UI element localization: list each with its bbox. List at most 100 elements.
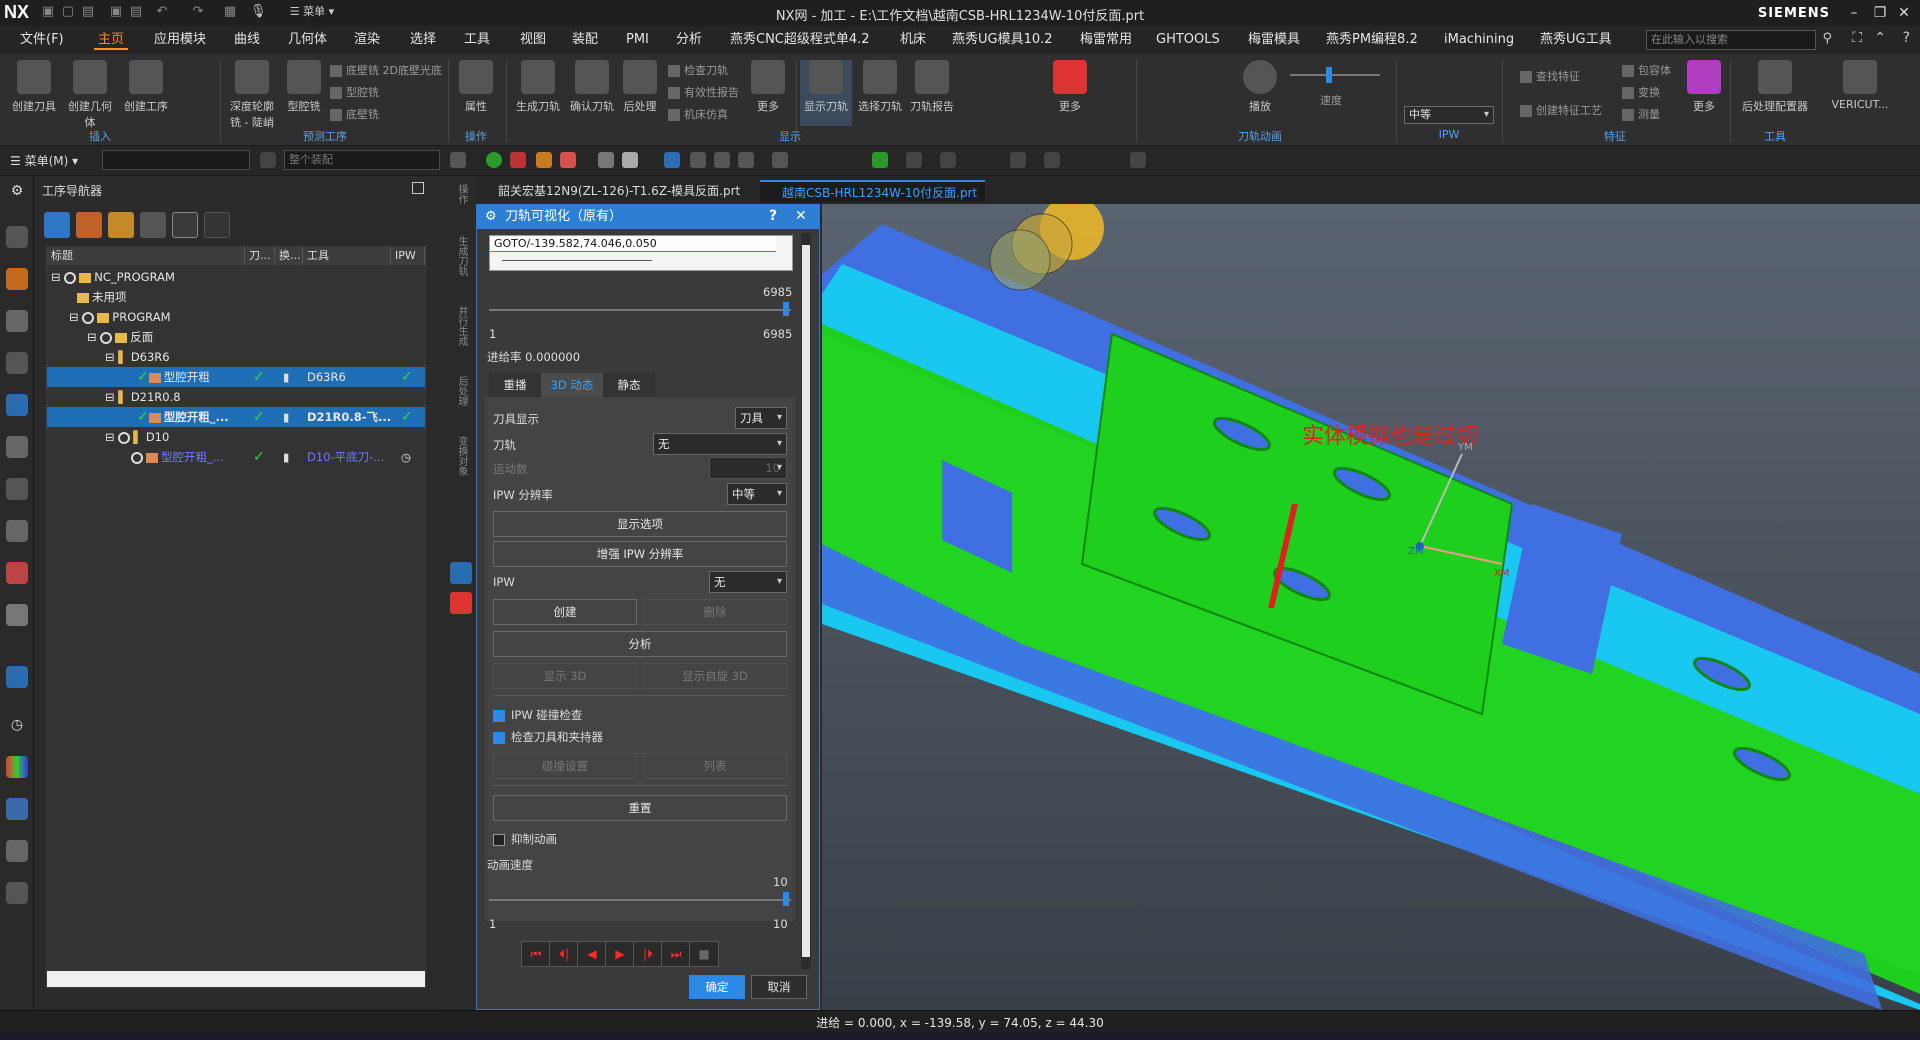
view2-icon[interactable]: [940, 152, 956, 168]
orient-icon[interactable]: [1010, 152, 1026, 168]
tab-static[interactable]: 静态: [603, 373, 655, 397]
menu-geometry[interactable]: 几何体: [284, 30, 331, 50]
tree-row[interactable]: ⊟ ▌ D10: [47, 427, 425, 447]
assembly-navigator-icon[interactable]: [6, 310, 28, 332]
eye-icon[interactable]: [690, 152, 706, 168]
graphics-viewport[interactable]: 实体模拟也是过切 YM ZM XM: [822, 204, 1920, 1010]
render-icon[interactable]: [872, 152, 888, 168]
snap-icon[interactable]: [510, 152, 526, 168]
more-feature-button[interactable]: 更多: [1682, 60, 1726, 126]
search-icon[interactable]: ⚲: [1822, 31, 1832, 46]
tree-row[interactable]: ⊟ 反面: [47, 327, 425, 347]
web-browser-icon[interactable]: [6, 604, 28, 626]
tab-replay[interactable]: 重播: [489, 373, 541, 397]
solid-icon[interactable]: [622, 152, 638, 168]
speed-slider-knob[interactable]: [1326, 67, 1332, 83]
column-header-tool[interactable]: 工具: [303, 247, 391, 265]
goto-line[interactable]: GOTO/-139.582,74.046,0.050: [490, 236, 776, 252]
measure-item[interactable]: 测量: [1622, 106, 1660, 122]
menu-pmi[interactable]: PMI: [622, 30, 653, 50]
menu-analysis[interactable]: 分析: [672, 30, 706, 50]
enhance-ipw-button[interactable]: 增强 IPW 分辨率: [493, 541, 787, 567]
side-parallel[interactable]: 并行生成: [452, 306, 470, 346]
ipw-resolution-select[interactable]: 中等: [727, 483, 787, 505]
collapse-ribbon-icon[interactable]: ⌃: [1874, 30, 1886, 46]
show-toolpath-button[interactable]: 显示刀轨: [800, 60, 852, 126]
minimize-icon[interactable]: –: [1844, 3, 1864, 23]
find-feature-item[interactable]: 查找特征: [1520, 68, 1580, 84]
sync-icon[interactable]: [450, 562, 472, 584]
horizontal-scrollbar[interactable]: [47, 971, 425, 987]
tool-display-select[interactable]: 刀具: [735, 407, 787, 429]
toolpath-select[interactable]: 无: [653, 433, 787, 455]
check-toolpath-item[interactable]: 检查刀轨: [668, 62, 728, 78]
create-geometry-button[interactable]: 创建几何体: [64, 60, 116, 129]
tab-3d-dynamic[interactable]: 3D 动态: [541, 373, 603, 397]
floor-wall-2d-item[interactable]: 底壁铣 2D底壁光底: [330, 62, 442, 78]
side-operation[interactable]: 操作: [452, 184, 470, 204]
column-header-toolpath[interactable]: 刀...: [245, 247, 275, 265]
rewind-start-button[interactable]: ⏮: [521, 941, 551, 967]
palette-icon[interactable]: [6, 756, 28, 778]
cavity-mill-button[interactable]: 型腔铣: [278, 60, 330, 126]
hide-icon[interactable]: [714, 152, 730, 168]
point-icon[interactable]: [560, 152, 576, 168]
process-studio-icon[interactable]: [6, 882, 28, 904]
postprocessor-config-button[interactable]: 后处理配置器: [1742, 60, 1808, 126]
side-generate[interactable]: 生成刀轨: [452, 236, 470, 276]
view-icon[interactable]: [906, 152, 922, 168]
mcs-icon[interactable]: [664, 152, 680, 168]
search-input[interactable]: 在此输入以搜索: [1646, 30, 1816, 50]
program-order-view-icon[interactable]: [44, 212, 70, 238]
generate-toolpath-button[interactable]: 生成刀轨: [512, 60, 564, 126]
ipw-collision-checkbox[interactable]: IPW 碰撞检查: [493, 707, 582, 723]
ipw-select[interactable]: 无: [709, 571, 787, 593]
tool-library-icon[interactable]: [6, 436, 28, 458]
menu-select[interactable]: 选择: [406, 30, 440, 50]
side-transform[interactable]: 变换对象: [452, 436, 470, 476]
help-icon[interactable]: ?: [1903, 30, 1910, 46]
menu-imachining[interactable]: iMachining: [1440, 30, 1518, 50]
tree-row-selected[interactable]: ✓ 型腔开粗_... ✓ ▮ D21R0.8-飞... ✓: [47, 407, 425, 427]
step-back-button[interactable]: ⏴|: [549, 941, 579, 967]
menu-ghtools[interactable]: GHTOOLS: [1152, 30, 1224, 50]
verify-toolpath-button[interactable]: 确认刀轨: [566, 60, 618, 126]
bounding-body-item[interactable]: 包容体: [1622, 62, 1671, 78]
menu-yanxiu-cnc[interactable]: 燕秀CNC超级程式单4.2: [726, 30, 874, 50]
tab-shaoguan-part[interactable]: 韶关宏基12N9(ZL-126)-T1.6Z-模具反面.prt: [476, 180, 748, 202]
menu-render[interactable]: 渲染: [350, 30, 384, 50]
tree-row[interactable]: ⊟ PROGRAM: [47, 307, 425, 327]
menu-machine[interactable]: 机床: [896, 30, 930, 50]
cube-icon[interactable]: [598, 152, 614, 168]
play-forward-button[interactable]: ▶: [605, 941, 635, 967]
select-icon[interactable]: [450, 152, 466, 168]
maximize-icon[interactable]: [412, 182, 424, 194]
splitter[interactable]: [433, 176, 445, 1010]
section-icon[interactable]: [1044, 152, 1060, 168]
analyze-button[interactable]: 分析: [493, 631, 787, 657]
menu-button[interactable]: ☰ 菜单(M) ▾: [10, 152, 78, 169]
feature-navigator-icon[interactable]: [6, 478, 28, 500]
system-scene-icon[interactable]: [6, 840, 28, 862]
motion-count-input[interactable]: 10: [709, 457, 787, 479]
collision-settings-button[interactable]: 碰撞设置: [493, 753, 637, 779]
create-tool-button[interactable]: 创建刀具: [8, 60, 60, 126]
create-ipw-button[interactable]: 创建: [493, 599, 637, 625]
menu-home[interactable]: 主页: [94, 30, 129, 50]
column-header-tool-change[interactable]: 换...: [275, 247, 303, 265]
delete-toolpath-icon[interactable]: [450, 592, 472, 614]
clock-icon[interactable]: ◷: [6, 714, 28, 736]
role-icon[interactable]: [6, 798, 28, 820]
add-column-icon[interactable]: [172, 212, 198, 238]
more-display-button[interactable]: 更多: [1048, 60, 1092, 126]
play-button[interactable]: 播放: [1238, 60, 1282, 126]
constraint-navigator-icon[interactable]: [6, 352, 28, 374]
step-forward-button[interactable]: |⏵: [633, 941, 663, 967]
assembly-scope-combo[interactable]: 整个装配: [284, 150, 440, 170]
side-postprocess[interactable]: 后处理: [452, 376, 470, 406]
create-operation-button[interactable]: 创建工序: [120, 60, 172, 126]
menu-yanxiu-pm[interactable]: 燕秀PM编程8.2: [1322, 30, 1422, 50]
tree-row-selected[interactable]: ✓ 型腔开粗 ✓ ▮ D63R6 ✓: [47, 367, 425, 387]
play-reverse-button[interactable]: ◀: [577, 941, 607, 967]
vericut-button[interactable]: VERICUT...: [1830, 60, 1890, 126]
